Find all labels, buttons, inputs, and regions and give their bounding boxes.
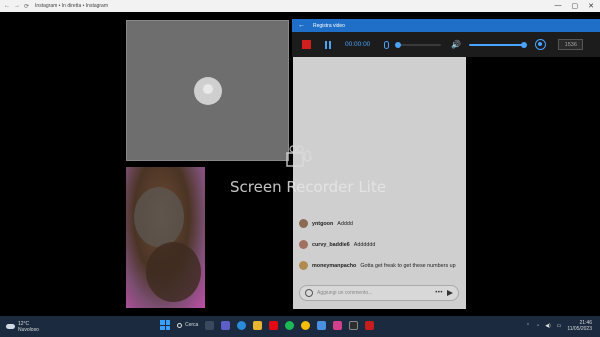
avatar-placeholder-icon <box>194 77 222 105</box>
comment-item: curvy_baddie6 Adddddd <box>299 240 375 249</box>
weather-description: Nuvoloso <box>18 326 39 333</box>
search-label: Cerca <box>185 322 199 328</box>
window-controls: — ▢ ✕ <box>555 2 600 10</box>
send-icon[interactable] <box>447 290 453 296</box>
speaker-icon[interactable]: 🔊 <box>451 40 461 49</box>
wifi-icon[interactable]: ◔ <box>536 323 539 329</box>
desktop-screen: ← → ⟳ Instagram • In diretta • Instagram… <box>0 0 600 337</box>
file-explorer-icon[interactable] <box>253 320 263 330</box>
commenter-avatar[interactable] <box>299 261 308 270</box>
taskbar-apps: Cerca <box>160 320 375 330</box>
commenter-avatar[interactable] <box>299 240 308 249</box>
live-video-feed <box>126 167 205 308</box>
resolution-field[interactable]: 1536 <box>558 39 584 50</box>
participant-tile-placeholder <box>126 20 289 161</box>
comment-username[interactable]: yntgoon <box>312 221 333 227</box>
more-options-icon[interactable]: ••• <box>435 290 443 296</box>
comment-input-placeholder[interactable]: Aggiungi un commento... <box>317 290 431 296</box>
comment-item: moneymanpacho Gotta get freak to get the… <box>299 261 456 270</box>
browser-titlebar: ← → ⟳ Instagram • In diretta • Instagram… <box>0 0 600 12</box>
comment-item: yntgoon Adddd <box>299 219 353 228</box>
recorder-toolbar: 00:00:00 🔊 1536 <box>292 32 600 57</box>
recorder-watermark: Screen Recorder Lite <box>230 178 386 196</box>
microphone-volume-slider[interactable] <box>395 41 442 48</box>
maximize-icon[interactable]: ▢ <box>572 2 579 10</box>
app-icon[interactable] <box>333 320 343 330</box>
microphone-slider-handle[interactable] <box>395 41 402 48</box>
comment-input[interactable]: Aggiungi un commento... ••• <box>299 285 459 301</box>
cloud-icon <box>6 324 15 329</box>
forward-icon[interactable]: → <box>14 3 20 10</box>
weather-widget[interactable]: 12°C Nuvoloso <box>0 321 39 333</box>
battery-icon[interactable]: ▭ <box>557 323 562 329</box>
minimize-icon[interactable]: — <box>555 2 562 10</box>
recording-timer: 00:00:00 <box>345 41 371 48</box>
chrome-icon[interactable] <box>301 320 311 330</box>
edge-icon[interactable] <box>237 320 247 330</box>
app-icon[interactable] <box>317 320 327 330</box>
back-icon[interactable]: ← <box>4 3 10 10</box>
system-tray: ⌃ ◔ ◀) ▭ 21:46 11/05/2023 <box>526 320 592 332</box>
comment-text: Gotta get freak to get these numbers up <box>360 262 456 269</box>
recorder-back-icon[interactable]: ← <box>298 22 305 29</box>
commenter-avatar[interactable] <box>299 219 308 228</box>
video-region <box>134 187 184 247</box>
system-volume-slider[interactable] <box>469 41 528 48</box>
browser-nav: ← → ⟳ <box>0 3 29 10</box>
microphone-icon[interactable] <box>384 40 390 49</box>
comment-username[interactable]: curvy_baddie6 <box>312 242 350 248</box>
app-icon[interactable] <box>349 320 359 330</box>
reload-icon[interactable]: ⟳ <box>24 3 29 10</box>
system-volume-slider-handle[interactable] <box>521 41 528 48</box>
spotify-icon[interactable] <box>285 320 295 330</box>
recorder-header: ← Registra video <box>292 19 600 32</box>
clock-date: 11/05/2023 <box>567 326 592 332</box>
screen-recorder-icon[interactable] <box>365 320 375 330</box>
task-view-icon[interactable] <box>205 320 215 330</box>
taskbar: 12°C Nuvoloso Cerca ⌃ ◔ ◀) ▭ 21:46 11/05… <box>0 316 600 337</box>
taskbar-search[interactable]: Cerca <box>177 322 198 328</box>
close-icon[interactable]: ✕ <box>588 2 594 10</box>
search-icon <box>177 322 182 328</box>
clock[interactable]: 21:46 11/05/2023 <box>567 320 592 332</box>
video-region <box>146 242 201 302</box>
volume-icon[interactable]: ◀) <box>545 323 551 329</box>
recorder-title: Registra video <box>313 22 345 29</box>
emoji-icon[interactable] <box>305 289 313 297</box>
pause-button[interactable] <box>325 40 331 49</box>
netflix-icon[interactable] <box>269 320 279 330</box>
browser-tab-title[interactable]: Instagram • In diretta • Instagram <box>35 3 108 9</box>
comment-text: Adddddd <box>353 241 376 248</box>
comment-text: Adddd <box>337 220 353 227</box>
teams-icon[interactable] <box>221 320 231 330</box>
tray-overflow-icon[interactable]: ⌃ <box>526 323 530 329</box>
stop-record-button[interactable] <box>302 40 311 49</box>
comment-username[interactable]: moneymanpacho <box>312 263 356 269</box>
windows-start-icon[interactable] <box>160 320 170 330</box>
webcam-icon[interactable] <box>535 39 547 50</box>
recorder-logo-icon <box>286 145 313 167</box>
